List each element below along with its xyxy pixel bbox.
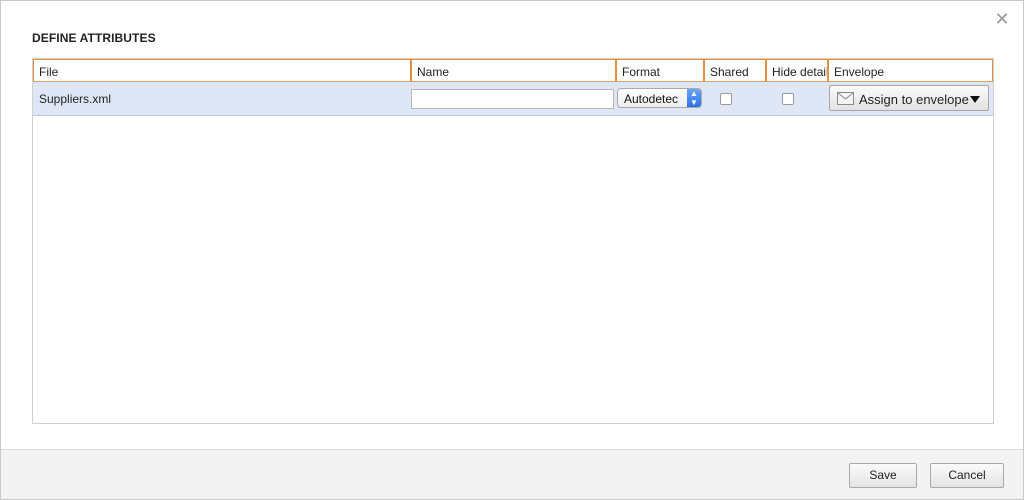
column-header-file[interactable]: File xyxy=(33,59,411,82)
column-header-hide-details[interactable]: Hide details xyxy=(766,59,828,82)
envelope-icon xyxy=(837,92,854,105)
assign-to-envelope-button[interactable]: Assign to envelope xyxy=(829,85,989,111)
dialog-title: DEFINE ATTRIBUTES xyxy=(32,31,156,45)
format-select-value: Autodetec xyxy=(624,92,679,106)
file-name-cell: Suppliers.xml xyxy=(39,92,112,106)
column-header-envelope[interactable]: Envelope xyxy=(828,59,993,82)
column-header-shared[interactable]: Shared xyxy=(704,59,766,82)
table-header: File Name Format Shared Hide details Env… xyxy=(33,59,993,82)
format-select[interactable]: Autodetec ▲ ▼ xyxy=(617,88,702,108)
column-header-format[interactable]: Format xyxy=(616,59,704,82)
chevron-down-icon[interactable] xyxy=(970,96,980,103)
column-header-name[interactable]: Name xyxy=(411,59,616,82)
name-input[interactable] xyxy=(411,89,614,109)
attributes-table: File Name Format Shared Hide details Env… xyxy=(32,58,994,424)
shared-checkbox[interactable] xyxy=(720,93,732,105)
table-row[interactable]: Suppliers.xml Autodetec ▲ ▼ Assign to env… xyxy=(33,82,993,116)
cancel-button[interactable]: Cancel xyxy=(930,463,1004,488)
dialog-footer: Save Cancel xyxy=(1,449,1023,499)
define-attributes-dialog: ✕ DEFINE ATTRIBUTES File Name Format Sha… xyxy=(0,0,1024,500)
hide-details-checkbox[interactable] xyxy=(782,93,794,105)
save-button[interactable]: Save xyxy=(849,463,917,488)
close-icon[interactable]: ✕ xyxy=(993,11,1011,29)
select-updown-icon: ▲ ▼ xyxy=(687,89,701,107)
assign-to-envelope-label: Assign to envelope xyxy=(859,92,969,107)
